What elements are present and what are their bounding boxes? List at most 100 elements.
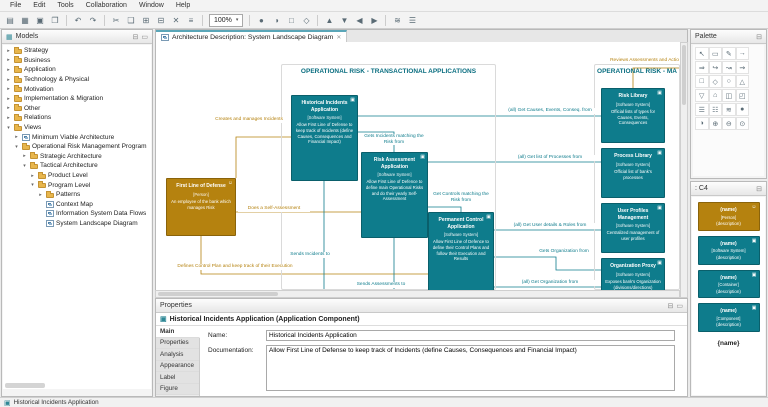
- serving-tool[interactable]: ↝: [722, 61, 736, 74]
- tree-item-system-landscape-diagram[interactable]: System Landscape Diagram: [3, 219, 151, 229]
- connection-label[interactable]: Sends Assessments to: [352, 282, 410, 288]
- align-bottom-button[interactable]: ▼: [337, 14, 351, 27]
- connection-label[interactable]: Gets Incidents matching the Risk from: [360, 134, 428, 145]
- connection-tool[interactable]: →: [736, 47, 750, 60]
- expand-arrow-icon[interactable]: ▸: [5, 115, 12, 121]
- tree-item-operational-risk-management-program[interactable]: ▾Operational Risk Management Program: [3, 142, 151, 152]
- tree-item-minimum-viable-architecture[interactable]: ▸Minimum Viable Architecture: [3, 132, 151, 142]
- router-button[interactable]: ◇: [299, 14, 313, 27]
- match-size-button[interactable]: ≋: [390, 14, 404, 27]
- redo-button[interactable]: ↷: [86, 14, 100, 27]
- ellipse-tool[interactable]: ○: [722, 75, 736, 88]
- tree-item-context-map[interactable]: Context Map: [3, 200, 151, 210]
- menu-help[interactable]: Help: [170, 1, 196, 10]
- tree-item-program-level[interactable]: ▾Program Level: [3, 180, 151, 190]
- collapse-arrow-icon[interactable]: ▾: [13, 144, 20, 150]
- realization-tool[interactable]: ↪: [709, 61, 723, 74]
- artifact-tool[interactable]: ●: [736, 103, 750, 116]
- node-user-profiles-management[interactable]: ▣ User Profiles Management [Software Sys…: [601, 203, 665, 253]
- node-risk-assessment-application[interactable]: ▣ Risk Assessment Application [Software …: [361, 152, 428, 238]
- expand-arrow-icon[interactable]: ▸: [5, 67, 12, 73]
- zoom-normal-button[interactable]: ●: [254, 14, 268, 27]
- menu-tools[interactable]: Tools: [51, 1, 79, 10]
- expand-arrow-icon[interactable]: ▸: [5, 77, 12, 83]
- horizontal-scrollbar[interactable]: [5, 383, 45, 388]
- horizontal-scrollbar[interactable]: [155, 290, 680, 298]
- tab-appearance[interactable]: Appearance: [156, 361, 199, 373]
- new-model-button[interactable]: ▤: [3, 14, 17, 27]
- expand-arrow-icon[interactable]: ▸: [13, 134, 20, 140]
- vertical-scrollbar[interactable]: [680, 42, 688, 298]
- connection-label[interactable]: Defines Control Plan and keep track of t…: [170, 264, 300, 270]
- grouping-tool[interactable]: ☷: [709, 103, 723, 116]
- restore-icon[interactable]: ▭: [141, 33, 148, 41]
- collapse-arrow-icon[interactable]: ▾: [5, 125, 12, 131]
- connection-label[interactable]: (all) Get Causes, Events, Conseq. from: [504, 108, 596, 114]
- connection-label[interactable]: Sends Incidents to: [286, 252, 334, 258]
- cut-button[interactable]: ✂: [109, 14, 123, 27]
- menu-collaboration[interactable]: Collaboration: [80, 1, 133, 10]
- tab-properties[interactable]: Properties: [156, 338, 199, 350]
- tree-item-motivation[interactable]: ▸Motivation: [3, 84, 151, 94]
- application-component-tool[interactable]: ◫: [722, 89, 736, 102]
- tree-item-views[interactable]: ▾Views: [3, 123, 151, 133]
- delete-button[interactable]: ⊟: [154, 14, 168, 27]
- connection-label[interactable]: Creates and manages Incidents: [214, 117, 284, 123]
- stencil-label[interactable]: {name}: [692, 340, 765, 347]
- node-first-line-of-defense[interactable]: ☺ First Line of Defense [Person] An empl…: [166, 178, 236, 236]
- open-model-button[interactable]: ▦: [18, 14, 32, 27]
- marquee-tool[interactable]: ▭: [709, 47, 723, 60]
- connection-label[interactable]: Get Controls matching the Risk from: [428, 192, 494, 203]
- tab-system-landscape-diagram[interactable]: Architecture Description: System Landsca…: [156, 30, 347, 42]
- save-button[interactable]: ▣: [33, 14, 47, 27]
- minimize-icon[interactable]: ⊟: [668, 302, 674, 310]
- minimize-icon[interactable]: ⊟: [133, 33, 139, 41]
- expand-arrow-icon[interactable]: ▸: [5, 105, 12, 111]
- expand-arrow-icon[interactable]: ▸: [21, 153, 28, 159]
- paste-button[interactable]: ⊞: [139, 14, 153, 27]
- distribute-button[interactable]: ☰: [405, 14, 419, 27]
- snap-grid-button[interactable]: □: [284, 14, 298, 27]
- close-icon[interactable]: ✕: [336, 34, 341, 41]
- expand-arrow-icon[interactable]: ▸: [29, 173, 36, 179]
- align-right-button[interactable]: ▶: [367, 14, 381, 27]
- inverted-triangle-tool[interactable]: ▽: [695, 89, 709, 102]
- tree-item-implementation[interactable]: ▸Implementation & Migration: [3, 94, 151, 104]
- node-historical-incidents-application[interactable]: ▣ Historical Incidents Application [Soft…: [291, 95, 358, 181]
- tree-item-information-system-data-flows[interactable]: Information System Data Flows: [3, 209, 151, 219]
- expand-arrow-icon[interactable]: ▸: [5, 57, 12, 63]
- align-left-button[interactable]: ◀: [352, 14, 366, 27]
- association-tool[interactable]: ⇒: [695, 61, 709, 74]
- tab-figure[interactable]: Figure: [156, 384, 199, 396]
- zoom-fit-button[interactable]: ◑: [269, 14, 283, 27]
- node-risk-library[interactable]: ▣ Risk Library [Software System] Officia…: [601, 88, 665, 143]
- tree-item-technology[interactable]: ▸Technology & Physical: [3, 75, 151, 85]
- target-tool[interactable]: ⊙: [736, 117, 750, 130]
- tree-item-tactical-architecture[interactable]: ▾Tactical Architecture: [3, 161, 151, 171]
- connection-label[interactable]: (all) Get list of Processes from: [504, 155, 596, 161]
- restore-icon[interactable]: ▭: [676, 302, 683, 310]
- minimize-icon[interactable]: ⊟: [756, 185, 762, 193]
- node-tool[interactable]: ◰: [736, 89, 750, 102]
- stencil-container[interactable]: ▣ (name) [Container] (description): [698, 270, 760, 299]
- menu-edit[interactable]: Edit: [27, 1, 51, 10]
- diagram-canvas[interactable]: OPERATIONAL RISK - TRANSACTIONAL APPLICA…: [155, 42, 680, 290]
- collapse-arrow-icon[interactable]: ▾: [21, 163, 28, 169]
- connection-label[interactable]: Reviews Assessments and Actio: [608, 58, 680, 64]
- align-top-button[interactable]: ▲: [322, 14, 336, 27]
- expand-arrow-icon[interactable]: ▸: [37, 192, 44, 198]
- close-view-button[interactable]: ✕: [169, 14, 183, 27]
- connection-label[interactable]: (all) Get User details & Roles from: [504, 223, 596, 229]
- diamond-tool[interactable]: ◇: [709, 75, 723, 88]
- tree-item-patterns[interactable]: ▸Patterns: [3, 190, 151, 200]
- menu-file[interactable]: File: [4, 1, 27, 10]
- print-button[interactable]: ❐: [48, 14, 62, 27]
- format-painter-tool[interactable]: ✎: [722, 47, 736, 60]
- minimize-icon[interactable]: ⊟: [756, 33, 762, 41]
- expand-arrow-icon[interactable]: ▸: [5, 96, 12, 102]
- node-permanent-control-application[interactable]: ▣ Permanent Control Application [Softwar…: [428, 212, 494, 290]
- stencil-person[interactable]: ☺ (name) [Person] (description): [698, 202, 760, 231]
- expand-arrow-icon[interactable]: ▸: [5, 48, 12, 54]
- node-organization-proxy[interactable]: ▣ Organization Proxy [Software System] E…: [601, 258, 665, 290]
- documentation-field[interactable]: Allow First Line of Defense to keep trac…: [266, 345, 675, 391]
